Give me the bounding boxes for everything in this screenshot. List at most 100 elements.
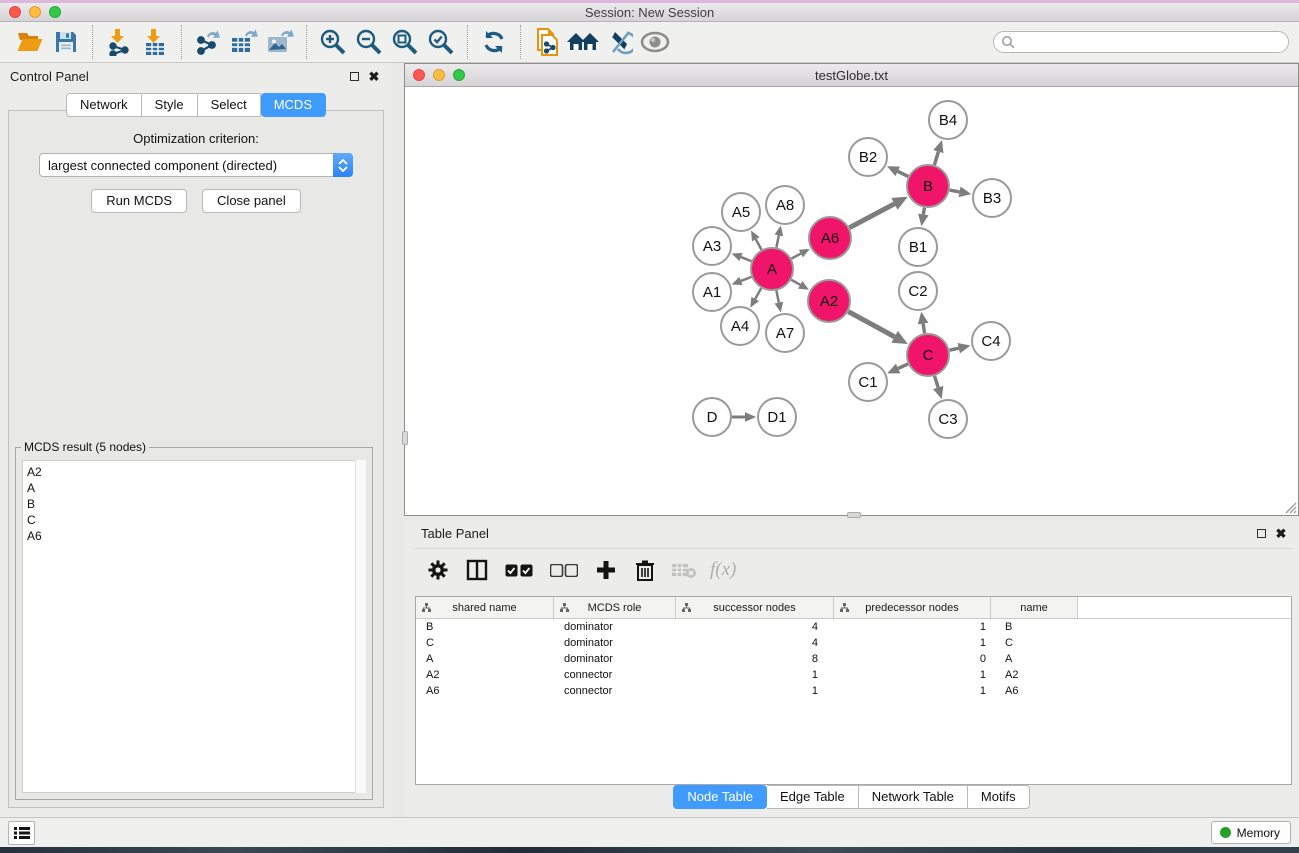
task-list-icon[interactable] bbox=[8, 821, 35, 845]
mcds-list-scrollbar[interactable] bbox=[355, 460, 366, 793]
mcds-result-item[interactable]: A bbox=[27, 480, 365, 496]
network-node-C2[interactable]: C2 bbox=[899, 272, 937, 310]
search-field[interactable] bbox=[993, 31, 1289, 53]
column-header-shared-name[interactable]: shared name bbox=[416, 597, 554, 618]
criterion-select[interactable]: largest connected component (directed) bbox=[39, 153, 353, 177]
network-node-D1[interactable]: D1 bbox=[758, 398, 796, 436]
tab-network[interactable]: Network bbox=[66, 93, 142, 117]
hide-labels-icon[interactable] bbox=[601, 26, 637, 58]
network-canvas[interactable]: AA1A2A3A4A5A6A7A8BB1B2B3B4CC1C2C3C4DD1 bbox=[405, 87, 1298, 515]
edge-B-B4[interactable] bbox=[934, 152, 938, 165]
columns-icon[interactable] bbox=[464, 557, 490, 583]
import-table-icon[interactable] bbox=[137, 26, 173, 58]
column-header-MCDS-role[interactable]: MCDS role bbox=[554, 597, 676, 618]
close-panel-button[interactable]: Close panel bbox=[202, 189, 301, 213]
close-table-panel-icon[interactable]: ✖ bbox=[1273, 525, 1289, 541]
table-row[interactable]: A2connector11A2 bbox=[416, 667, 1291, 683]
network-node-A4[interactable]: A4 bbox=[721, 307, 759, 345]
gear-icon[interactable] bbox=[425, 557, 451, 583]
search-input[interactable] bbox=[1015, 33, 1288, 51]
tab-edge-table[interactable]: Edge Table bbox=[767, 785, 859, 809]
zoom-in-icon[interactable] bbox=[315, 26, 351, 58]
edge-A-A8[interactable] bbox=[776, 235, 778, 247]
export-table-icon[interactable] bbox=[226, 26, 262, 58]
tab-node-table[interactable]: Node Table bbox=[673, 785, 767, 809]
node-table[interactable]: shared nameMCDS rolesuccessor nodesprede… bbox=[415, 596, 1292, 785]
run-mcds-button[interactable]: Run MCDS bbox=[91, 189, 187, 213]
zoom-out-icon[interactable] bbox=[351, 26, 387, 58]
close-window-icon[interactable] bbox=[9, 6, 21, 18]
edge-B-B2[interactable] bbox=[898, 171, 908, 176]
save-session-icon[interactable] bbox=[48, 26, 84, 58]
add-column-icon[interactable] bbox=[593, 557, 619, 583]
delete-icon[interactable] bbox=[632, 557, 658, 583]
edge-C-C4[interactable] bbox=[949, 348, 958, 350]
table-row[interactable]: Cdominator41C bbox=[416, 635, 1291, 651]
tab-network-table[interactable]: Network Table bbox=[859, 785, 968, 809]
column-header-successor-nodes[interactable]: successor nodes bbox=[676, 597, 834, 618]
network-node-B1[interactable]: B1 bbox=[899, 228, 937, 266]
table-row[interactable]: Adominator80A bbox=[416, 651, 1291, 667]
network-node-A[interactable]: A bbox=[751, 248, 793, 290]
mcds-result-item[interactable]: B bbox=[27, 496, 365, 512]
network-node-C[interactable]: C bbox=[907, 334, 949, 376]
network-node-D[interactable]: D bbox=[693, 398, 731, 436]
network-node-A8[interactable]: A8 bbox=[766, 186, 804, 224]
edge-A-A4[interactable] bbox=[755, 288, 761, 299]
edge-A-A7[interactable] bbox=[776, 291, 778, 303]
home-view-icon[interactable] bbox=[565, 26, 601, 58]
network-node-B4[interactable]: B4 bbox=[929, 101, 967, 139]
close-network-icon[interactable] bbox=[413, 69, 425, 81]
edge-A-A1[interactable] bbox=[741, 277, 752, 281]
network-node-C3[interactable]: C3 bbox=[929, 400, 967, 438]
clone-network-icon[interactable] bbox=[529, 26, 565, 58]
network-node-A5[interactable]: A5 bbox=[722, 193, 760, 231]
mcds-result-list[interactable]: A2ABCA6 bbox=[22, 460, 366, 793]
edge-B-B1[interactable] bbox=[923, 208, 924, 215]
minimize-window-icon[interactable] bbox=[29, 6, 41, 18]
splitter-handle[interactable] bbox=[847, 512, 861, 518]
tab-style[interactable]: Style bbox=[142, 93, 198, 117]
edge-A2-C[interactable] bbox=[848, 312, 894, 337]
maximize-network-icon[interactable] bbox=[453, 69, 465, 81]
mcds-result-item[interactable]: A6 bbox=[27, 528, 365, 544]
deselect-all-checkbox-icon[interactable] bbox=[548, 557, 580, 583]
splitter-handle[interactable] bbox=[402, 431, 408, 445]
mcds-result-item[interactable]: C bbox=[27, 512, 365, 528]
tab-mcds[interactable]: MCDS bbox=[261, 93, 326, 117]
edge-A-A6[interactable] bbox=[791, 254, 800, 259]
show-graphics-icon[interactable] bbox=[637, 26, 673, 58]
table-row[interactable]: A6connector11A6 bbox=[416, 683, 1291, 699]
table-row[interactable]: Bdominator41B bbox=[416, 619, 1291, 635]
network-node-C4[interactable]: C4 bbox=[972, 322, 1010, 360]
zoom-selected-icon[interactable] bbox=[423, 26, 459, 58]
edge-B-B3[interactable] bbox=[950, 190, 960, 192]
export-image-icon[interactable] bbox=[262, 26, 298, 58]
refresh-layout-icon[interactable] bbox=[476, 26, 512, 58]
edge-C-C2[interactable] bbox=[923, 324, 925, 334]
edge-A6-B[interactable] bbox=[849, 204, 894, 228]
edge-C-C3[interactable] bbox=[935, 376, 939, 388]
import-network-icon[interactable] bbox=[101, 26, 137, 58]
open-file-icon[interactable] bbox=[12, 26, 48, 58]
float-table-panel-icon[interactable] bbox=[1253, 525, 1269, 541]
maximize-window-icon[interactable] bbox=[49, 6, 61, 18]
float-panel-icon[interactable] bbox=[346, 68, 362, 84]
export-network-icon[interactable] bbox=[190, 26, 226, 58]
edge-C-C1[interactable] bbox=[898, 364, 908, 368]
edge-A-A5[interactable] bbox=[756, 239, 762, 249]
network-node-A3[interactable]: A3 bbox=[693, 227, 731, 265]
zoom-fit-icon[interactable] bbox=[387, 26, 423, 58]
network-node-B[interactable]: B bbox=[907, 165, 949, 207]
column-header-predecessor-nodes[interactable]: predecessor nodes bbox=[834, 597, 991, 618]
tab-motifs[interactable]: Motifs bbox=[968, 785, 1030, 809]
network-node-B3[interactable]: B3 bbox=[973, 179, 1011, 217]
network-node-A2[interactable]: A2 bbox=[808, 280, 850, 322]
column-header-name[interactable]: name bbox=[991, 597, 1078, 618]
resize-grip-icon[interactable] bbox=[1284, 501, 1297, 514]
edge-A-A2[interactable] bbox=[791, 280, 800, 285]
minimize-network-icon[interactable] bbox=[433, 69, 445, 81]
network-node-B2[interactable]: B2 bbox=[849, 138, 887, 176]
select-all-checkbox-icon[interactable] bbox=[503, 557, 535, 583]
network-node-C1[interactable]: C1 bbox=[849, 363, 887, 401]
